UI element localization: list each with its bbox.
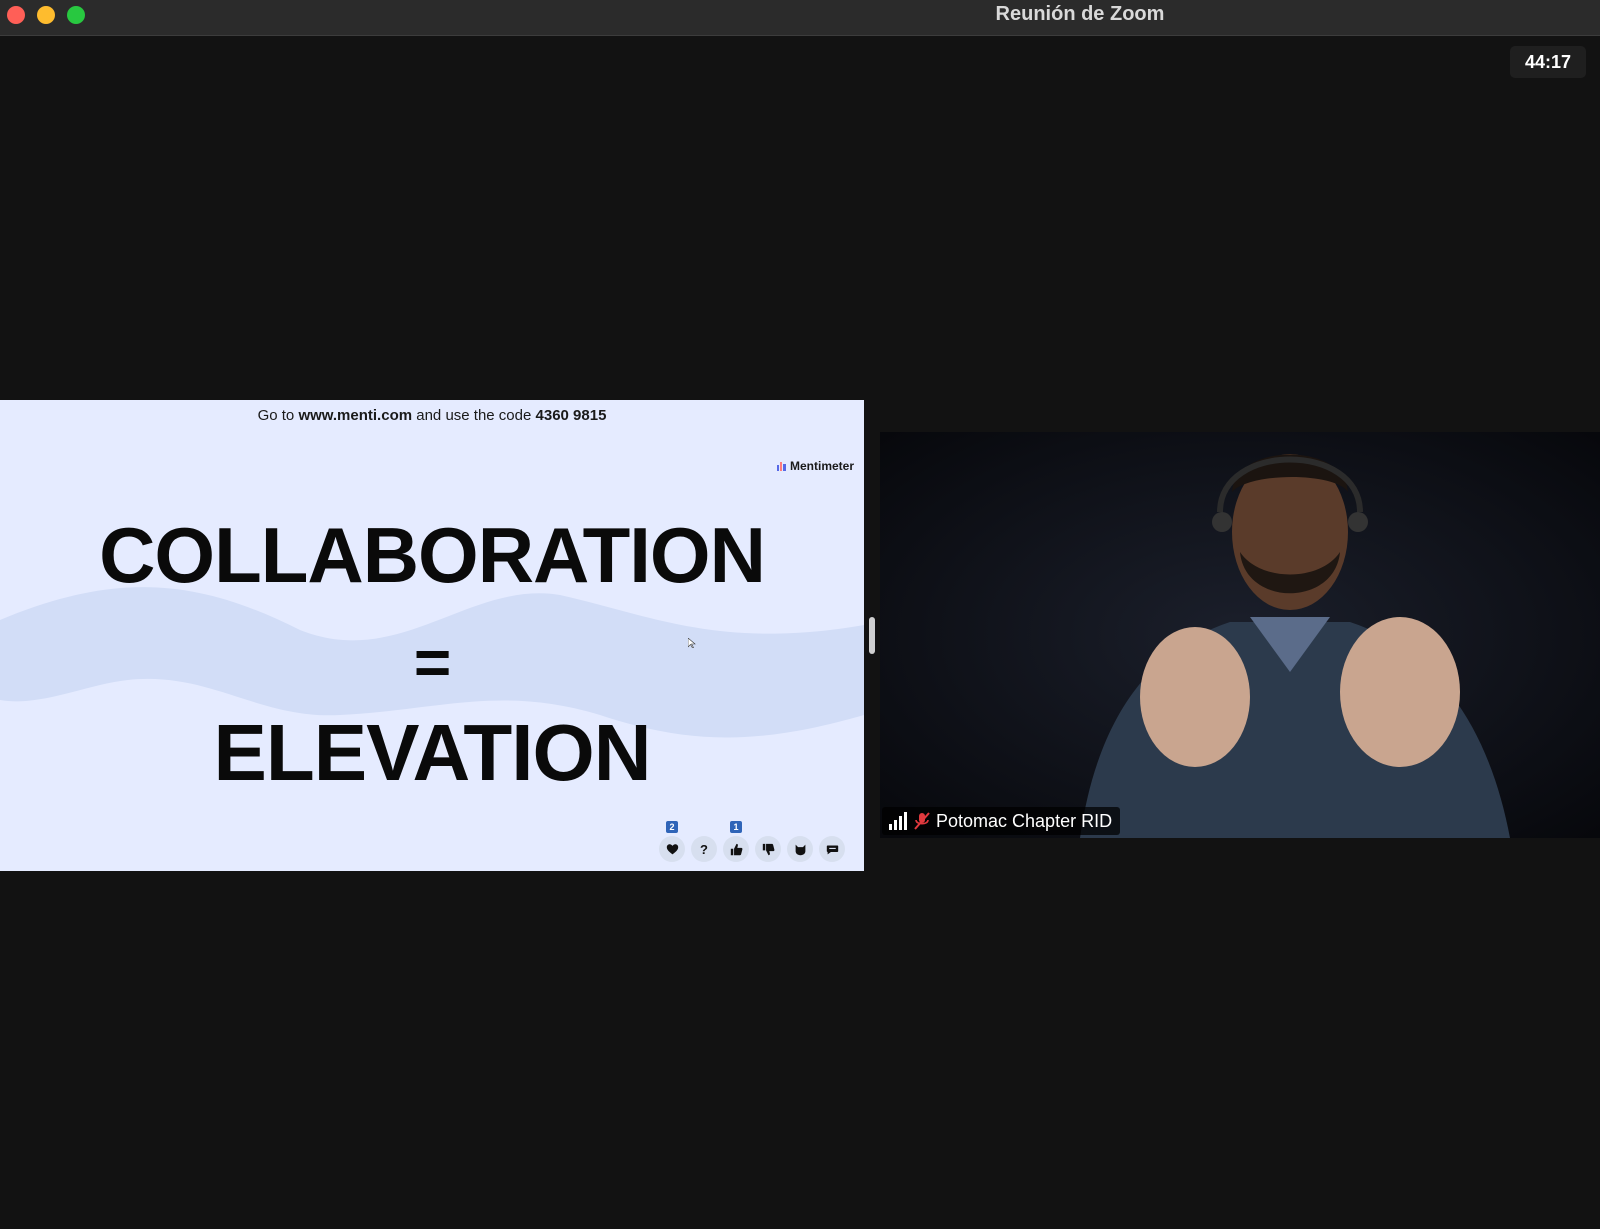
question-icon: ? (700, 841, 708, 857)
participant-video-tile[interactable]: Potomac Chapter RID (880, 432, 1600, 838)
connection-signal-icon (889, 812, 907, 830)
reaction-question[interactable]: ? (691, 836, 717, 862)
reaction-count-badge: 2 (666, 821, 678, 833)
reaction-bar: 2 ? 1 (659, 821, 845, 862)
close-window-button[interactable] (7, 6, 25, 24)
mentimeter-brand-text: Mentimeter (790, 459, 855, 473)
instruction-middle: and use the code (412, 407, 536, 424)
zoom-window: Reunión de Zoom 44:17 Go to www.menti.co… (0, 0, 1600, 1229)
shared-screen-slide[interactable]: Go to www.menti.com and use the code 436… (0, 400, 864, 871)
reaction-thumbs-up[interactable]: 1 (723, 821, 749, 862)
reaction-thumbs-down[interactable] (755, 836, 781, 862)
participant-name-plate: Potomac Chapter RID (882, 807, 1121, 835)
instruction-prefix: Go to (257, 407, 299, 424)
maximize-window-button[interactable] (67, 6, 85, 24)
reaction-comment[interactable] (819, 836, 845, 862)
participant-name: Potomac Chapter RID (936, 810, 1113, 831)
reaction-count-badge: 1 (730, 821, 742, 833)
meeting-timer: 44:17 (1510, 46, 1586, 78)
slide-heading-line1: COLLABORATION (99, 511, 766, 599)
heart-icon (666, 843, 678, 854)
mentimeter-logo: Mentimeter (777, 459, 854, 473)
slide-heading-line3: ELEVATION (213, 708, 652, 797)
microphone-muted-icon (914, 812, 930, 830)
menti-instruction: Go to www.menti.com and use the code 436… (0, 407, 864, 424)
cat-icon (795, 844, 805, 855)
participant-video-feed (880, 432, 1600, 838)
thumbs-down-icon (762, 843, 774, 855)
window-title: Reunión de Zoom (995, 3, 1165, 25)
mouse-cursor-icon (688, 638, 696, 648)
thumbs-up-icon (730, 843, 742, 855)
reaction-heart[interactable]: 2 (659, 821, 685, 862)
view-splitter-handle[interactable] (869, 617, 875, 654)
slide-heading-equals: = (413, 626, 451, 698)
menti-url: www.menti.com (298, 407, 413, 424)
mentimeter-mark-icon (777, 461, 786, 471)
comment-icon (826, 844, 838, 854)
menti-code: 4360 9815 (535, 407, 607, 424)
reaction-cat[interactable] (787, 836, 813, 862)
minimize-window-button[interactable] (37, 6, 55, 24)
title-bar: Reunión de Zoom (0, 0, 1600, 36)
